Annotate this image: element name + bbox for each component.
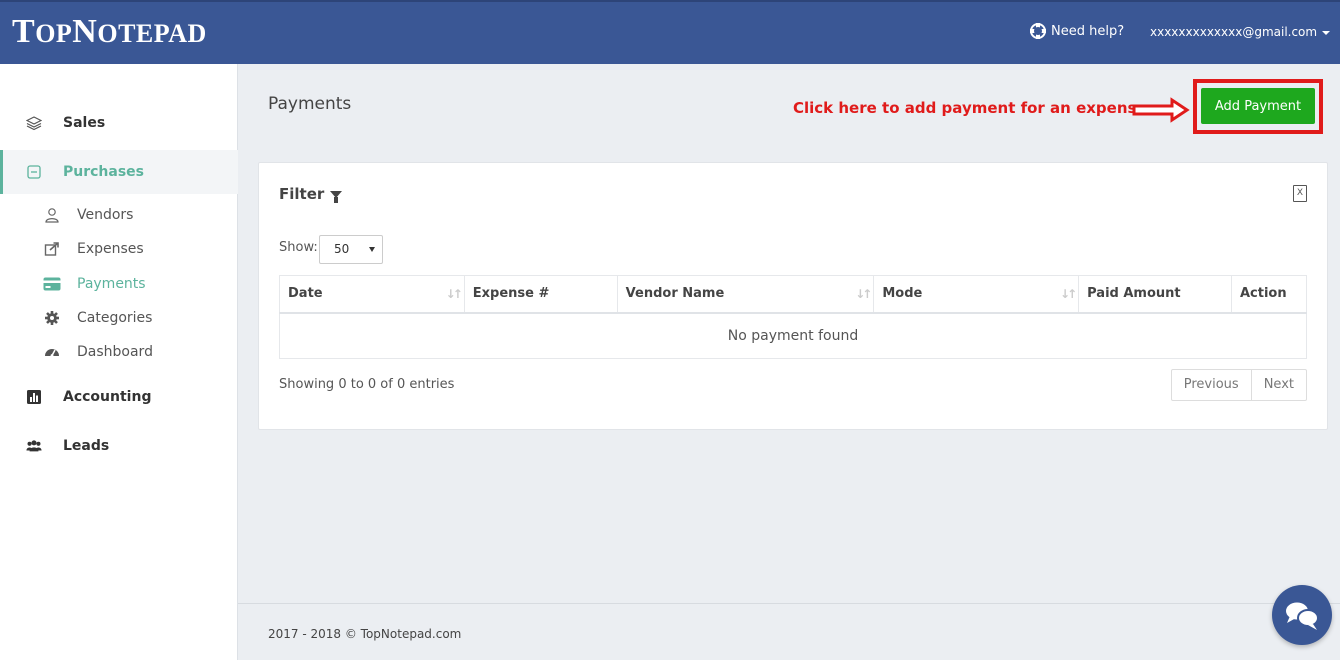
- sidebar-item-label: Sales: [63, 115, 106, 131]
- layers-icon: [26, 115, 42, 131]
- share-icon: [43, 241, 61, 257]
- add-payment-button[interactable]: Add Payment: [1201, 88, 1315, 124]
- funnel-icon: [330, 190, 343, 203]
- lifebuoy-icon: [1030, 23, 1046, 39]
- gear-icon: [43, 310, 61, 326]
- entries-info: Showing 0 to 0 of 0 entries: [279, 377, 455, 392]
- sidebar-item-label: Payments: [77, 276, 146, 292]
- table-header-row: Date ↓↑ Expense # Vendor Name ↓↑ Mode ↓↑ Pa…: [279, 275, 1308, 314]
- sidebar-item-label: Leads: [63, 438, 110, 454]
- sidebar-item-sales[interactable]: Sales: [0, 101, 238, 145]
- show-label: Show:: [279, 240, 318, 255]
- copyright-text: 2017 - 2018 © TopNotepad.com: [268, 627, 462, 641]
- column-header-action: Action: [1230, 275, 1308, 314]
- column-header-date[interactable]: Date ↓↑: [279, 275, 465, 314]
- sidebar-item-label: Dashboard: [77, 344, 153, 360]
- empty-table-message: No payment found: [279, 312, 1307, 359]
- annotation-text: Click here to add payment for an expense: [793, 99, 1147, 117]
- filter-label: Filter: [279, 185, 325, 203]
- payments-panel: Filter X Show: 50 Date ↓↑ Expense # Vendo…: [258, 162, 1328, 430]
- top-navbar: TOPNOTEPAD Need help? xxxxxxxxxxxxx@gmai…: [0, 0, 1340, 64]
- user-menu[interactable]: xxxxxxxxxxxxx@gmail.com: [1150, 25, 1331, 39]
- sidebar-item-label: Vendors: [77, 207, 134, 223]
- page-size-value: 50: [334, 242, 350, 256]
- page-size-select[interactable]: 50: [319, 235, 383, 264]
- user-icon: [43, 207, 61, 223]
- sidebar-item-accounting[interactable]: Accounting: [0, 375, 238, 419]
- sidebar-item-label: Expenses: [77, 241, 144, 257]
- sidebar-item-leads[interactable]: Leads: [0, 424, 238, 468]
- previous-page-button[interactable]: Previous: [1172, 370, 1251, 400]
- sidebar-item-payments[interactable]: Payments: [0, 269, 238, 299]
- caret-down-icon: [1322, 30, 1331, 35]
- sidebar-item-purchases[interactable]: Purchases: [0, 150, 238, 194]
- sort-icon: ↓↑: [1060, 287, 1077, 301]
- bar-chart-icon: [26, 389, 42, 405]
- sort-icon: ↓↑: [445, 287, 463, 301]
- chat-bubble-icon: [1286, 602, 1319, 630]
- credit-card-icon: [43, 276, 61, 292]
- payments-table: Date ↓↑ Expense # Vendor Name ↓↑ Mode ↓↑ Pa…: [279, 275, 1308, 359]
- footer: 2017 - 2018 © TopNotepad.com: [238, 603, 1340, 660]
- arrow-right-icon: [1132, 97, 1190, 123]
- dashboard-gauge-icon: [43, 344, 61, 360]
- table-row: No payment found: [279, 312, 1307, 359]
- caret-down-icon: [369, 247, 375, 252]
- page-title: Payments: [268, 94, 352, 114]
- help-label: Need help?: [1051, 23, 1125, 39]
- column-header-mode[interactable]: Mode ↓↑: [873, 275, 1080, 314]
- sidebar: Sales Purchases Vendors Expenses Payment…: [0, 64, 238, 660]
- sidebar-item-label: Accounting: [63, 389, 152, 405]
- sidebar-item-vendors[interactable]: Vendors: [0, 200, 238, 230]
- sidebar-item-categories[interactable]: Categories: [0, 303, 238, 333]
- column-header-vendor-name[interactable]: Vendor Name ↓↑: [616, 275, 875, 314]
- sidebar-item-dashboard[interactable]: Dashboard: [0, 337, 238, 367]
- column-header-paid-amount[interactable]: Paid Amount: [1078, 275, 1232, 314]
- next-page-button[interactable]: Next: [1250, 370, 1306, 400]
- sidebar-item-label: Purchases: [63, 164, 145, 180]
- filter-toggle[interactable]: Filter: [279, 185, 343, 203]
- logo[interactable]: TOPNOTEPAD: [12, 14, 207, 56]
- sort-icon: ↓↑: [855, 287, 872, 301]
- pagination: Previous Next: [1170, 369, 1307, 401]
- chat-widget-button[interactable]: [1272, 585, 1332, 645]
- minus-square-icon: [26, 164, 42, 180]
- user-email: xxxxxxxxxxxxx@gmail.com: [1150, 25, 1318, 39]
- sidebar-item-expenses[interactable]: Expenses: [0, 234, 238, 264]
- sidebar-item-label: Categories: [77, 310, 153, 326]
- users-icon: [26, 438, 42, 454]
- excel-export-icon[interactable]: X: [1293, 185, 1307, 202]
- column-header-expense[interactable]: Expense #: [463, 275, 618, 314]
- help-link[interactable]: Need help?: [1030, 23, 1124, 39]
